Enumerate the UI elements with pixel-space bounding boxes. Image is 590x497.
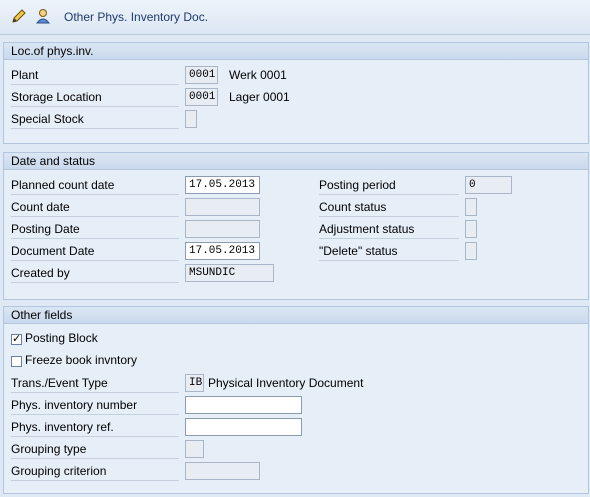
- document-date-label: Document Date: [11, 242, 179, 261]
- grouping-criterion-field[interactable]: [185, 462, 260, 480]
- other-fields-group: Other fields ✓ Posting Block Freeze book…: [3, 306, 589, 494]
- date-status-group: Date and status Planned count date 17.05…: [3, 152, 589, 300]
- posting-period-field[interactable]: 0: [465, 176, 512, 194]
- count-date-field[interactable]: [185, 198, 260, 216]
- phys-inventory-number-field[interactable]: [185, 396, 302, 414]
- title-toolbar: Other Phys. Inventory Doc.: [0, 0, 590, 35]
- plant-label: Plant: [11, 66, 179, 85]
- posting-date-field[interactable]: [185, 220, 260, 238]
- grouping-type-field[interactable]: [185, 440, 204, 458]
- grouping-criterion-label: Grouping criterion: [11, 462, 179, 481]
- posting-date-label: Posting Date: [11, 220, 179, 239]
- count-status-label: Count status: [319, 198, 459, 217]
- pencil-icon[interactable]: [10, 7, 28, 25]
- freeze-book-inventory-label: Freeze book invntory: [25, 353, 138, 367]
- storage-location-label: Storage Location: [11, 88, 179, 107]
- delete-status-field[interactable]: [465, 242, 477, 260]
- document-date-field[interactable]: 17.05.2013: [185, 242, 260, 260]
- date-status-group-title: Date and status: [4, 153, 588, 170]
- storage-location-description: Lager 0001: [229, 90, 290, 104]
- storage-location-field[interactable]: 0001: [185, 88, 218, 106]
- trans-event-type-label: Trans./Event Type: [11, 374, 179, 393]
- count-date-label: Count date: [11, 198, 179, 217]
- created-by-field[interactable]: MSUNDIC: [185, 264, 274, 282]
- plant-description: Werk 0001: [229, 68, 287, 82]
- freeze-book-inventory-checkbox[interactable]: [11, 356, 22, 367]
- trans-event-type-description: Physical Inventory Document: [208, 376, 364, 390]
- other-fields-group-title: Other fields: [4, 307, 588, 324]
- posting-period-label: Posting period: [319, 176, 459, 195]
- phys-inventory-ref-field[interactable]: [185, 418, 302, 436]
- count-status-field[interactable]: [465, 198, 477, 216]
- delete-status-label: "Delete" status: [319, 242, 459, 261]
- special-stock-field[interactable]: [185, 110, 197, 128]
- adjustment-status-label: Adjustment status: [319, 220, 459, 239]
- phys-inventory-number-label: Phys. inventory number: [11, 396, 179, 415]
- planned-count-date-field[interactable]: 17.05.2013: [185, 176, 260, 194]
- special-stock-label: Special Stock: [11, 110, 179, 129]
- created-by-label: Created by: [11, 264, 179, 283]
- adjustment-status-field[interactable]: [465, 220, 477, 238]
- trans-event-type-field[interactable]: IB: [185, 374, 204, 392]
- user-icon[interactable]: [34, 7, 52, 25]
- location-group-title: Loc.of phys.inv.: [4, 43, 588, 60]
- posting-block-checkbox[interactable]: ✓: [11, 334, 22, 345]
- planned-count-date-label: Planned count date: [11, 176, 179, 195]
- location-group: Loc.of phys.inv. Plant 0001 Werk 0001 St…: [3, 42, 589, 144]
- window-title: Other Phys. Inventory Doc.: [64, 10, 209, 24]
- posting-block-label: Posting Block: [25, 331, 98, 345]
- plant-field[interactable]: 0001: [185, 66, 218, 84]
- grouping-type-label: Grouping type: [11, 440, 179, 459]
- phys-inventory-ref-label: Phys. inventory ref.: [11, 418, 179, 437]
